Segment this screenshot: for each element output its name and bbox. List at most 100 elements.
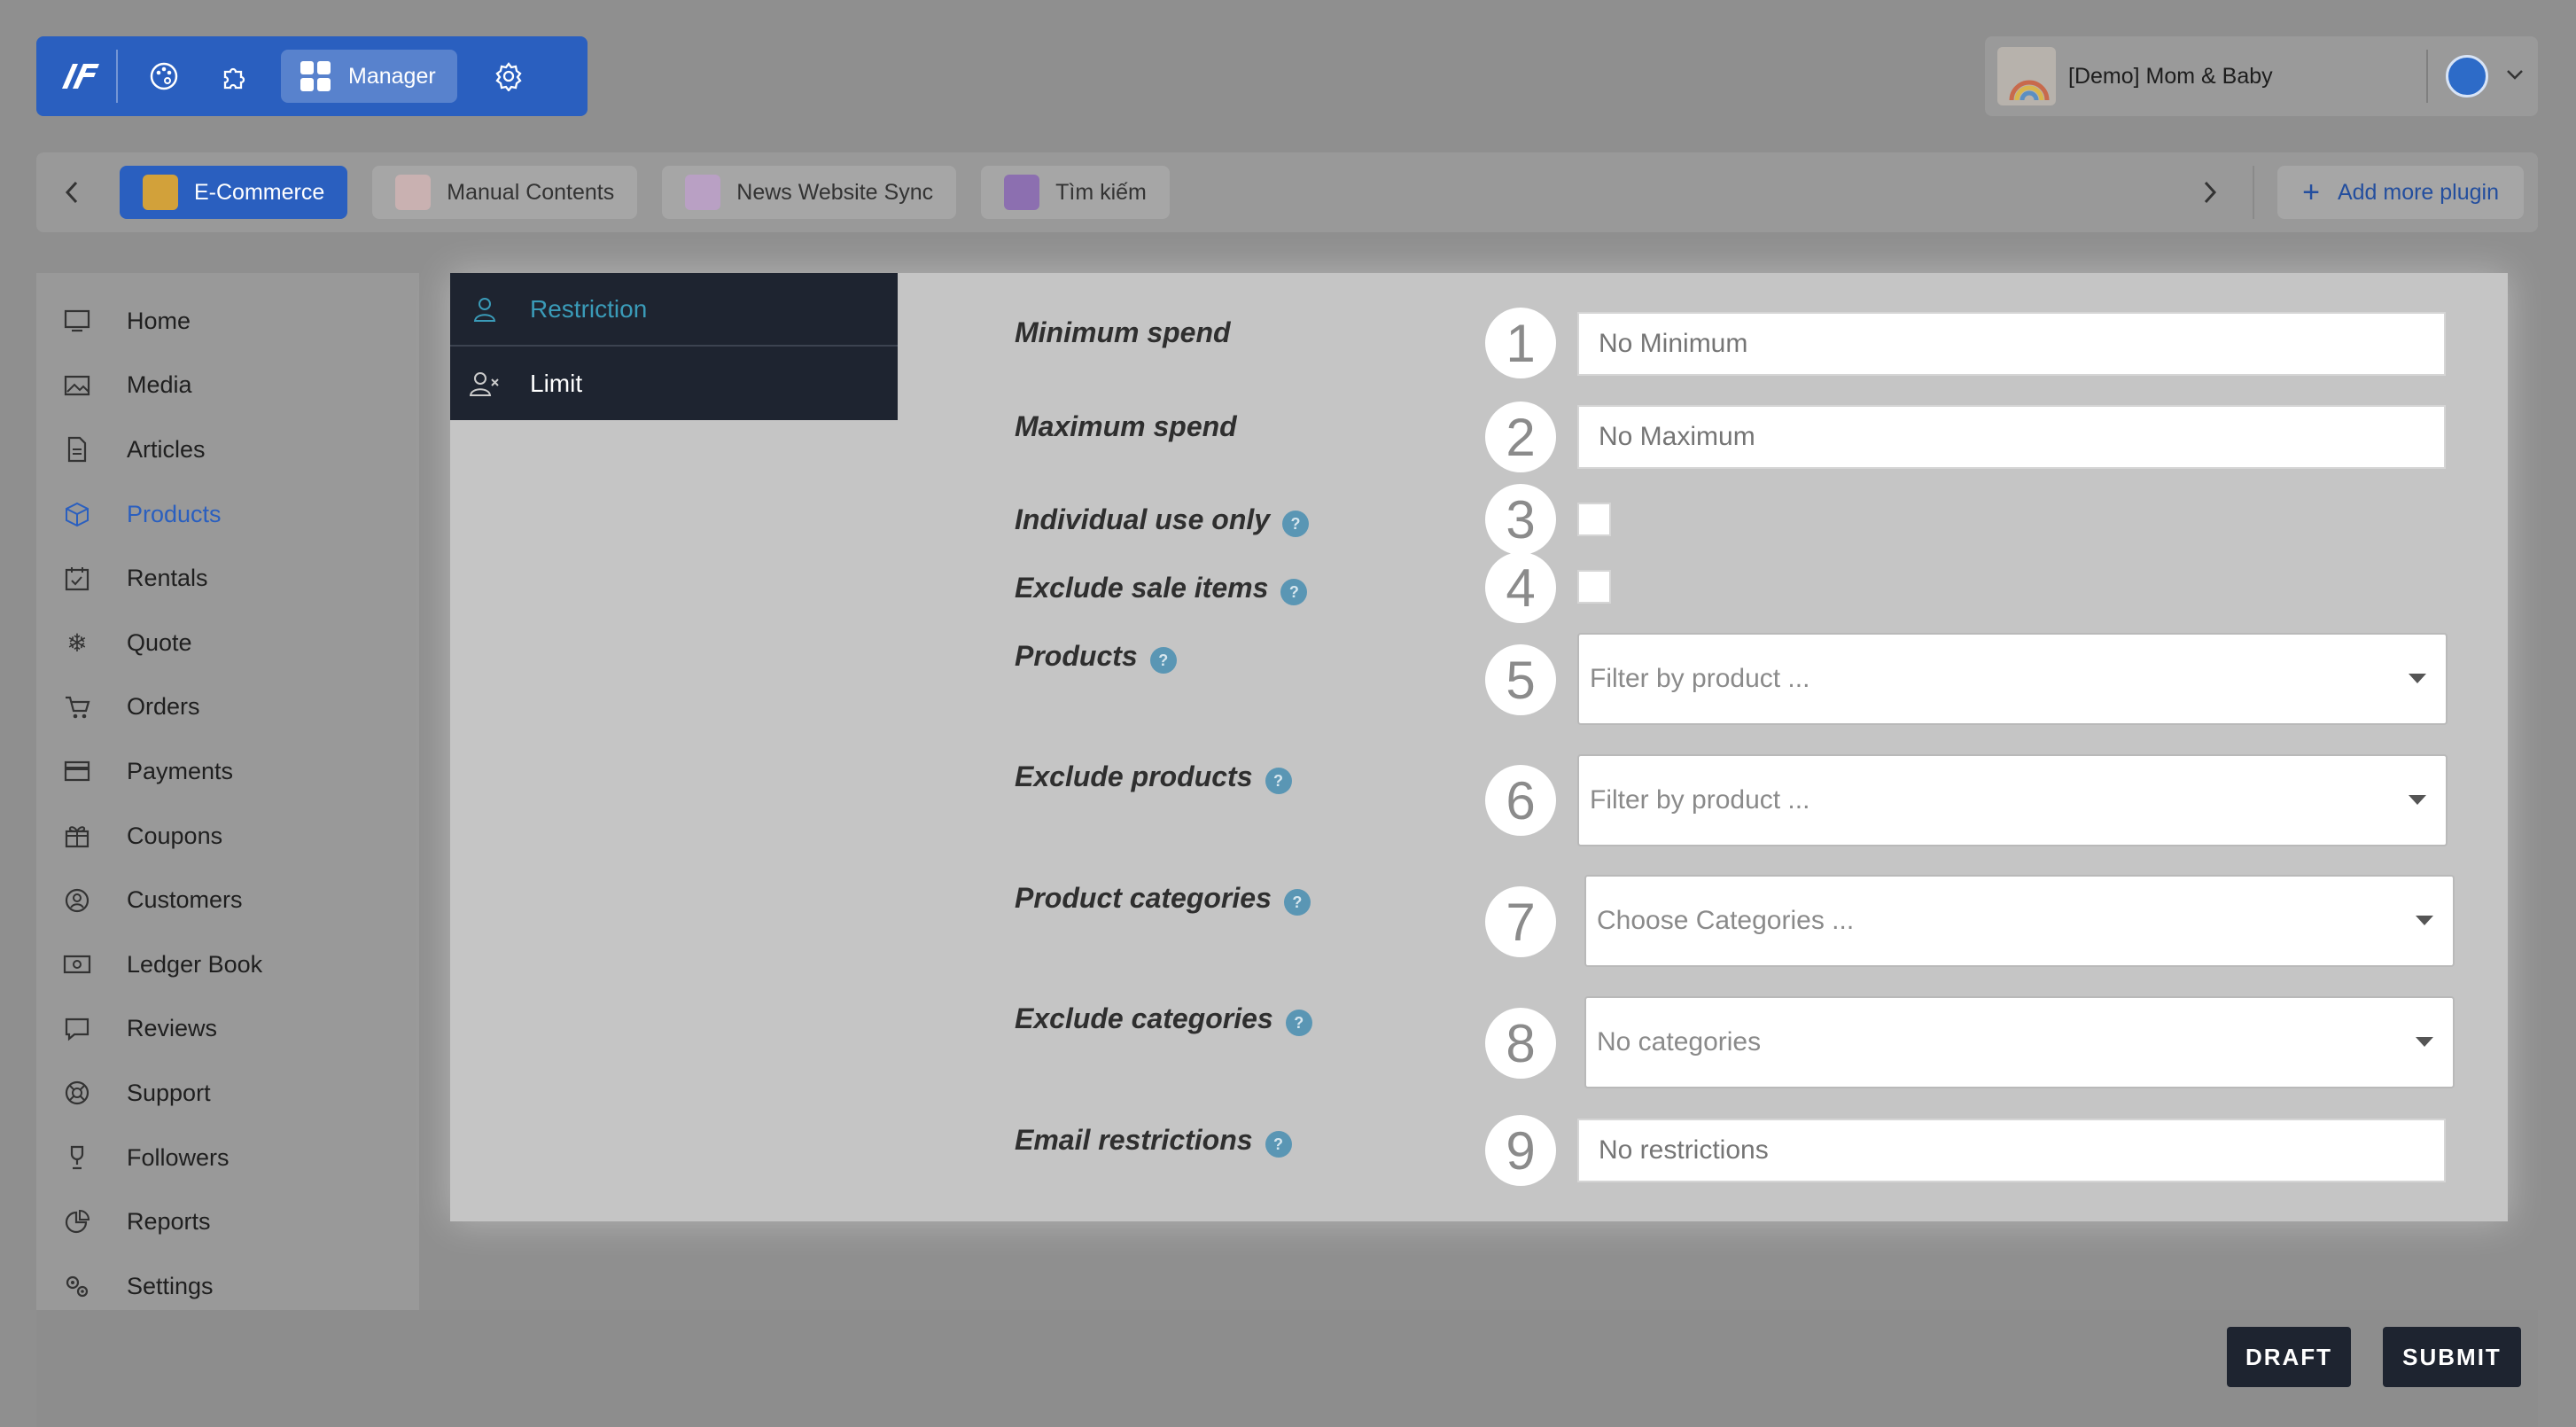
plugin-tab-tim-kiem[interactable]: Tìm kiếm [981,166,1170,219]
sidebar-item-products[interactable]: Products [36,482,419,547]
help-icon[interactable]: ? [1282,510,1310,537]
plugin-tab-ecommerce[interactable]: E-Commerce [120,166,348,219]
cart-icon [63,693,91,721]
products-label: Products? [1015,640,1177,674]
chevron-left-icon[interactable] [51,171,93,214]
help-icon[interactable]: ? [1149,646,1177,674]
help-icon[interactable]: ? [1265,1130,1292,1158]
chevron-down-icon [2409,674,2426,683]
email-restrictions-input[interactable] [1577,1119,2446,1182]
sidebar-item-ledger-book[interactable]: Ledger Book [36,932,419,997]
user-icon [470,294,500,324]
manager-button[interactable]: Manager [281,50,457,103]
gears-icon [63,1272,91,1300]
exclude-categories-select[interactable]: No categories [1584,996,2455,1088]
individual-use-checkbox[interactable] [1577,503,1611,536]
image-icon [63,371,91,400]
plugin-tab-label: Tìm kiếm [1055,179,1147,205]
add-plugin-button[interactable]: + Add more plugin [2277,166,2524,219]
studio-logo-icon[interactable] [54,51,105,102]
min-spend-label: Minimum spend [1015,316,1231,348]
email-restrictions-label: Email restrictions? [1015,1124,1292,1158]
sidebar-item-reports[interactable]: Reports [36,1189,419,1254]
sidebar-item-label: Products [127,500,222,527]
chevron-right-icon[interactable] [2189,171,2231,214]
exclude-categories-label: Exclude categories? [1015,1002,1312,1036]
lifebuoy-icon [63,1079,91,1107]
exclude-products-select[interactable]: Filter by product ... [1577,754,2448,846]
user-circle-icon [63,886,91,915]
draft-button[interactable]: DRAFT [2227,1327,2351,1387]
palette-icon[interactable] [139,51,189,101]
help-icon[interactable]: ? [1285,1009,1312,1036]
tab-label: Limit [530,369,583,397]
step-number-1: 1 [1485,308,1556,378]
trophy-icon [63,1143,91,1172]
shop-switcher[interactable]: [Demo] Mom & Baby [1985,36,2538,116]
sidebar-item-label: Support [127,1079,211,1106]
exclude-products-label: Exclude products? [1015,760,1292,794]
sidebar-item-media[interactable]: Media [36,354,419,418]
help-icon[interactable]: ? [1283,888,1311,916]
sidebar-item-rentals[interactable]: Rentals [36,546,419,611]
plus-icon: + [2302,175,2320,209]
plugin-tab-manual-contents[interactable]: Manual Contents [372,166,638,219]
footer-bar [36,1310,2538,1427]
sidebar-item-label: Followers [127,1143,230,1171]
tab-limit[interactable]: Limit [450,347,898,420]
step-number-6: 6 [1485,765,1556,836]
chevron-down-icon [2416,1037,2433,1047]
sidebar-item-payments[interactable]: Payments [36,739,419,804]
sidebar-item-customers[interactable]: Customers [36,868,419,932]
submit-button[interactable]: SUBMIT [2383,1327,2521,1387]
shop-name: [Demo] Mom & Baby [2068,63,2273,89]
exclude-sale-checkbox[interactable] [1577,570,1611,604]
ecommerce-icon [143,175,178,210]
product-categories-label: Product categories? [1015,882,1311,916]
search-plugin-icon [1004,175,1040,210]
box-icon [63,500,91,528]
gear-icon[interactable] [484,51,533,101]
min-spend-input[interactable] [1577,312,2446,376]
sidebar-item-home[interactable]: Home [36,289,419,354]
max-spend-input[interactable] [1577,405,2446,469]
sidebar-item-orders[interactable]: Orders [36,675,419,740]
sidebar: Home Media Articles Products Rentals ❄ Qu… [36,273,419,1310]
puzzle-icon[interactable] [210,51,260,101]
plugin-tab-label: E-Commerce [194,179,325,205]
sidebar-item-label: Ledger Book [127,950,263,978]
monitor-icon [63,307,91,335]
sidebar-item-articles[interactable]: Articles [36,417,419,482]
tab-restriction[interactable]: Restriction [450,273,898,347]
user-x-icon [470,369,500,399]
sidebar-item-coupons[interactable]: Coupons [36,804,419,869]
sidebar-item-label: Payments [127,757,234,784]
plugin-divider [2253,166,2255,219]
manual-contents-icon [395,175,432,210]
sidebar-item-settings[interactable]: Settings [36,1254,419,1319]
help-icon[interactable]: ? [1265,767,1292,794]
products-select[interactable]: Filter by product ... [1577,633,2448,725]
sidebar-item-label: Rentals [127,565,208,592]
shop-thumbnail [1997,47,2056,105]
step-number-8: 8 [1485,1008,1556,1079]
snowflake-icon: ❄ [66,628,88,657]
sidebar-item-followers[interactable]: Followers [36,1126,419,1190]
sidebar-item-label: Media [127,371,192,399]
plugin-tab-news-website-sync[interactable]: News Website Sync [662,166,957,219]
sidebar-item-label: Settings [127,1272,214,1299]
sidebar-item-reviews[interactable]: Reviews [36,997,419,1062]
sidebar-item-support[interactable]: Support [36,1061,419,1126]
exclude-products-placeholder: Filter by product ... [1590,785,1810,815]
product-categories-select[interactable]: Choose Categories ... [1584,875,2455,967]
sidebar-item-label: Coupons [127,822,223,849]
help-icon[interactable]: ? [1280,578,1308,605]
step-number-2: 2 [1485,402,1556,472]
chevron-down-icon[interactable] [2504,67,2525,86]
manager-label: Manager [348,63,436,89]
account-avatar[interactable] [2446,55,2488,97]
credit-card-icon [63,757,91,785]
plugin-tab-label: News Website Sync [736,179,934,205]
exclude-categories-placeholder: No categories [1597,1027,1762,1057]
sidebar-item-quote[interactable]: ❄ Quote [36,611,419,675]
